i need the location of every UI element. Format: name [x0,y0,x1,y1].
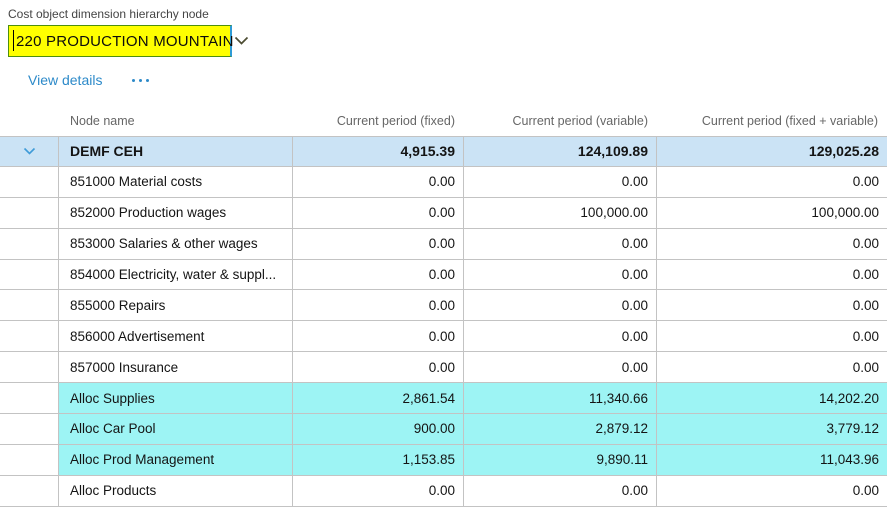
expand-cell[interactable] [0,414,59,444]
fixed-value-cell[interactable]: 0.00 [293,321,464,351]
node-name-cell[interactable]: 853000 Salaries & other wages [59,229,293,259]
table-row[interactable]: 854000 Electricity, water & suppl...0.00… [0,260,887,291]
expand-cell[interactable] [0,445,59,475]
table-row[interactable]: 855000 Repairs0.000.000.00 [0,290,887,321]
total-value-cell[interactable]: 0.00 [657,352,887,382]
variable-value-cell[interactable]: 0.00 [464,476,657,506]
grid-header-row: Node name Current period (fixed) Current… [0,105,887,136]
table-row[interactable]: 856000 Advertisement0.000.000.00 [0,321,887,352]
column-header-current-period-fixed-variable[interactable]: Current period (fixed + variable) [657,114,887,128]
total-value-cell[interactable]: 0.00 [657,229,887,259]
total-value-cell[interactable]: 3,779.12 [657,414,887,444]
expand-cell[interactable] [0,321,59,351]
table-row[interactable]: 853000 Salaries & other wages0.000.000.0… [0,229,887,260]
expand-cell[interactable] [0,476,59,506]
total-value-cell[interactable]: 11,043.96 [657,445,887,475]
variable-value-cell[interactable]: 2,879.12 [464,414,657,444]
chevron-down-icon[interactable] [234,36,255,46]
cost-grid: Node name Current period (fixed) Current… [0,105,887,507]
grid-body: DEMF CEH4,915.39124,109.89129,025.288510… [0,136,887,507]
node-name-cell[interactable]: 852000 Production wages [59,198,293,228]
node-name-cell[interactable]: Alloc Products [59,476,293,506]
variable-value-cell[interactable]: 0.00 [464,260,657,290]
cost-analysis-page: Cost object dimension hierarchy node 220… [0,0,887,509]
node-name-cell[interactable]: 855000 Repairs [59,290,293,320]
total-value-cell[interactable]: 129,025.28 [657,137,887,166]
variable-value-cell[interactable]: 11,340.66 [464,383,657,413]
table-row[interactable]: 852000 Production wages0.00100,000.00100… [0,198,887,229]
node-name-cell[interactable]: DEMF CEH [59,137,293,166]
fixed-value-cell[interactable]: 0.00 [293,198,464,228]
node-name-cell[interactable]: 851000 Material costs [59,167,293,197]
total-value-cell[interactable]: 0.00 [657,476,887,506]
expand-cell[interactable] [0,198,59,228]
fixed-value-cell[interactable]: 0.00 [293,290,464,320]
total-value-cell[interactable]: 0.00 [657,167,887,197]
table-row[interactable]: DEMF CEH4,915.39124,109.89129,025.28 [0,136,887,167]
chevron-down-icon[interactable] [23,147,36,156]
expand-cell[interactable] [0,167,59,197]
variable-value-cell[interactable]: 0.00 [464,321,657,351]
fixed-value-cell[interactable]: 900.00 [293,414,464,444]
variable-value-cell[interactable]: 9,890.11 [464,445,657,475]
node-name-cell[interactable]: 856000 Advertisement [59,321,293,351]
node-name-cell[interactable]: 854000 Electricity, water & suppl... [59,260,293,290]
table-row[interactable]: Alloc Supplies2,861.5411,340.6614,202.20 [0,383,887,414]
view-details-link[interactable]: View details [28,72,102,88]
column-header-current-period-fixed[interactable]: Current period (fixed) [293,114,464,128]
fixed-value-cell[interactable]: 1,153.85 [293,445,464,475]
variable-value-cell[interactable]: 0.00 [464,229,657,259]
fixed-value-cell[interactable]: 2,861.54 [293,383,464,413]
node-name-cell[interactable]: Alloc Car Pool [59,414,293,444]
fixed-value-cell[interactable]: 0.00 [293,476,464,506]
hierarchy-node-combobox[interactable]: 220 PRODUCTION MOUNTAIN [8,25,232,57]
expand-cell[interactable] [0,383,59,413]
total-value-cell[interactable]: 14,202.20 [657,383,887,413]
column-header-current-period-variable[interactable]: Current period (variable) [464,114,657,128]
more-options-button[interactable] [130,75,151,86]
variable-value-cell[interactable]: 100,000.00 [464,198,657,228]
node-name-cell[interactable]: Alloc Prod Management [59,445,293,475]
table-row[interactable]: Alloc Products0.000.000.00 [0,476,887,507]
variable-value-cell[interactable]: 0.00 [464,352,657,382]
expand-cell[interactable] [0,137,59,166]
table-row[interactable]: 857000 Insurance0.000.000.00 [0,352,887,383]
total-value-cell[interactable]: 0.00 [657,321,887,351]
table-row[interactable]: 851000 Material costs0.000.000.00 [0,167,887,198]
column-header-node-name[interactable]: Node name [59,114,293,128]
variable-value-cell[interactable]: 0.00 [464,290,657,320]
total-value-cell[interactable]: 0.00 [657,290,887,320]
hierarchy-node-value: 220 PRODUCTION MOUNTAIN [9,33,234,50]
fixed-value-cell[interactable]: 0.00 [293,167,464,197]
fixed-value-cell[interactable]: 4,915.39 [293,137,464,166]
node-name-cell[interactable]: Alloc Supplies [59,383,293,413]
action-bar: View details [28,72,151,88]
variable-value-cell[interactable]: 124,109.89 [464,137,657,166]
expand-cell[interactable] [0,352,59,382]
fixed-value-cell[interactable]: 0.00 [293,229,464,259]
fixed-value-cell[interactable]: 0.00 [293,260,464,290]
total-value-cell[interactable]: 0.00 [657,260,887,290]
variable-value-cell[interactable]: 0.00 [464,167,657,197]
text-caret [13,30,14,51]
hierarchy-node-field-label: Cost object dimension hierarchy node [8,7,209,21]
total-value-cell[interactable]: 100,000.00 [657,198,887,228]
node-name-cell[interactable]: 857000 Insurance [59,352,293,382]
table-row[interactable]: Alloc Prod Management1,153.859,890.1111,… [0,445,887,476]
expand-cell[interactable] [0,229,59,259]
expand-cell[interactable] [0,260,59,290]
fixed-value-cell[interactable]: 0.00 [293,352,464,382]
table-row[interactable]: Alloc Car Pool900.002,879.123,779.12 [0,414,887,445]
expand-cell[interactable] [0,290,59,320]
